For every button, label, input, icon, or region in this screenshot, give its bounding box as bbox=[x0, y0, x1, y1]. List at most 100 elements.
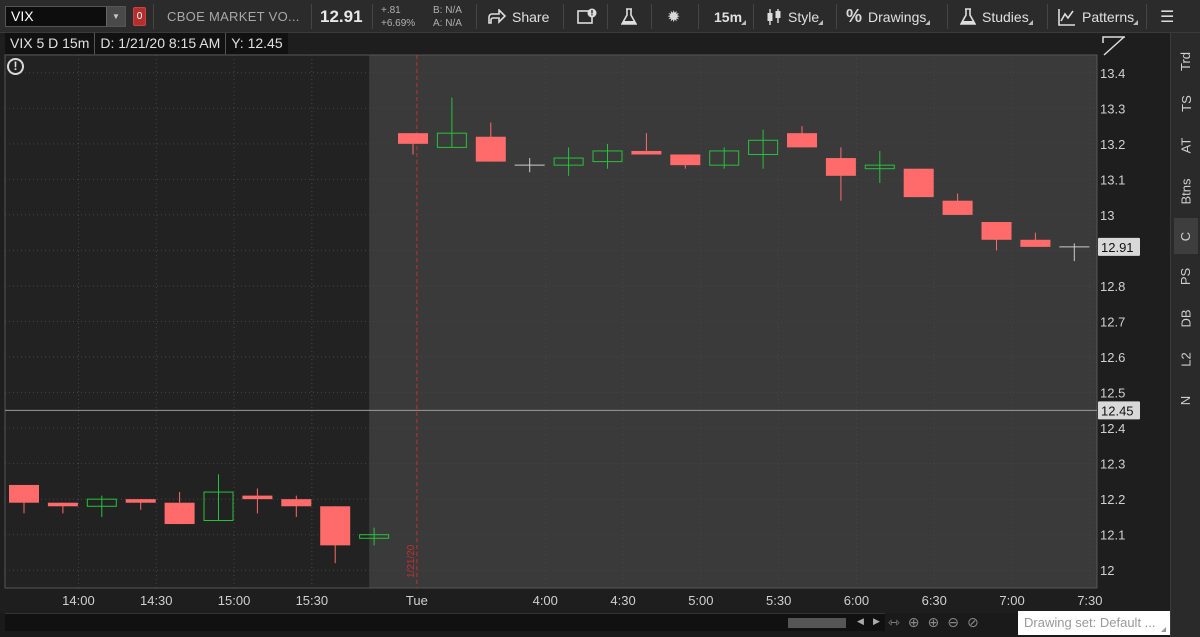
candle-body bbox=[1020, 239, 1051, 247]
share-label: Share bbox=[512, 8, 550, 25]
tab-label: L2 bbox=[1178, 351, 1194, 367]
candle-body bbox=[320, 506, 351, 546]
y-tick-label: 13.2 bbox=[1100, 137, 1125, 152]
drawing-set-selector[interactable]: Drawing set: Default ... bbox=[1018, 611, 1170, 635]
toolbar-divider bbox=[153, 4, 154, 29]
tab-ts[interactable]: TS bbox=[1174, 85, 1198, 121]
candle-body bbox=[903, 168, 934, 198]
candle-body bbox=[670, 154, 701, 166]
flask-icon bbox=[621, 7, 637, 25]
x-tick-label: 6:00 bbox=[844, 593, 869, 608]
tab-label: Trd bbox=[1178, 51, 1194, 71]
more-menu-button[interactable]: ☰ bbox=[1160, 5, 1174, 28]
dropdown-corner-icon bbox=[818, 20, 824, 25]
tab-db[interactable]: DB bbox=[1174, 300, 1198, 336]
toolbar-divider bbox=[563, 4, 564, 29]
drawing-set-label: Drawing set: Default ... bbox=[1024, 615, 1156, 630]
gear-icon: ✹ bbox=[667, 8, 681, 26]
candle-body bbox=[981, 222, 1012, 240]
x-tick-label: Tue bbox=[406, 593, 428, 608]
drawings-button[interactable]: % Drawings bbox=[846, 5, 931, 28]
cursor-price-label: 12.45 bbox=[1101, 403, 1134, 418]
toolbar-divider bbox=[753, 4, 754, 29]
share-button[interactable]: Share bbox=[488, 5, 549, 28]
chart-y-readout: Y: 12.45 bbox=[226, 33, 288, 54]
drawings-label: Drawings bbox=[868, 8, 927, 25]
tab-ps[interactable]: PS bbox=[1174, 258, 1198, 294]
tab-label: TS bbox=[1178, 94, 1194, 112]
toolbar-divider bbox=[607, 4, 608, 29]
toolbar-divider bbox=[476, 4, 477, 29]
y-tick-label: 12.3 bbox=[1100, 457, 1125, 472]
candle-body bbox=[125, 499, 156, 503]
chevron-down-icon[interactable]: ▼ bbox=[106, 7, 125, 26]
tab-label: AT bbox=[1178, 137, 1194, 153]
flask-button[interactable] bbox=[621, 5, 637, 28]
symbol-link-badge[interactable]: 0 bbox=[133, 7, 146, 26]
tab-label: N bbox=[1178, 395, 1194, 405]
x-tick-label: 7:00 bbox=[999, 593, 1024, 608]
candle-body bbox=[281, 499, 312, 507]
symbol-selector[interactable]: VIX ▼ bbox=[5, 6, 126, 27]
y-tick-label: 13.4 bbox=[1100, 66, 1125, 81]
patterns-button[interactable]: Patterns bbox=[1058, 5, 1139, 28]
toolbar-divider bbox=[1047, 4, 1048, 29]
exclamation-icon[interactable]: ! bbox=[7, 58, 24, 75]
ask-price: A: N/A bbox=[433, 18, 462, 29]
crosshair-icon[interactable]: ⊕ bbox=[908, 614, 920, 631]
net-change: +.81 bbox=[381, 5, 401, 16]
studies-button[interactable]: Studies bbox=[960, 5, 1033, 28]
tab-label: DB bbox=[1178, 308, 1194, 328]
y-tick-label: 12.8 bbox=[1100, 279, 1125, 294]
x-tick-label: 15:30 bbox=[296, 593, 329, 608]
style-button[interactable]: Style bbox=[766, 5, 824, 28]
interval-button[interactable]: 15m bbox=[714, 5, 747, 28]
toolbar-divider bbox=[311, 4, 312, 29]
candle-body bbox=[825, 158, 856, 176]
candle-body bbox=[164, 502, 195, 525]
tab-c[interactable]: C bbox=[1174, 218, 1198, 254]
dropdown-corner-icon bbox=[925, 20, 931, 25]
x-tick-label: 7:30 bbox=[1077, 593, 1102, 608]
candle-body bbox=[475, 136, 506, 162]
y-tick-label: 13.3 bbox=[1100, 101, 1125, 116]
tab-at[interactable]: AT bbox=[1174, 127, 1198, 163]
y-tick-label: 13 bbox=[1100, 208, 1114, 223]
candle-body bbox=[398, 133, 428, 144]
zoom-fit-icon[interactable]: ⊘ bbox=[967, 614, 979, 631]
studies-label: Studies bbox=[982, 8, 1029, 25]
scrollbar-thumb[interactable] bbox=[788, 618, 846, 628]
price-chart[interactable]: 13.413.313.213.11312.912.812.712.612.512… bbox=[0, 33, 1170, 613]
zoom-out-icon[interactable]: ⊖ bbox=[947, 614, 959, 631]
alert-button[interactable] bbox=[577, 5, 597, 28]
x-tick-label: 14:00 bbox=[62, 593, 95, 608]
dropdown-corner-icon bbox=[1027, 20, 1033, 25]
x-tick-label: 5:00 bbox=[688, 593, 713, 608]
dropdown-corner-icon bbox=[741, 20, 747, 25]
scroll-left-icon[interactable]: ◀ bbox=[857, 616, 864, 627]
dropdown-corner-icon bbox=[1161, 627, 1166, 632]
toolbar-divider bbox=[1146, 4, 1147, 29]
last-price-label: 12.91 bbox=[1101, 240, 1134, 255]
zoom-in-icon[interactable]: ⊕ bbox=[927, 614, 939, 631]
tab-trd[interactable]: Trd bbox=[1174, 43, 1198, 79]
chart-info-bar: VIX 5 D 15m D: 1/21/20 8:15 AM Y: 12.45 bbox=[5, 33, 288, 54]
scroll-right-icon[interactable]: ▶ bbox=[873, 616, 880, 627]
toolbar-divider bbox=[372, 4, 373, 29]
settings-button[interactable]: ✹ bbox=[667, 5, 680, 28]
tab-btns[interactable]: Btns bbox=[1174, 173, 1198, 209]
percent-change: +6.69% bbox=[381, 18, 416, 29]
candle-body bbox=[9, 484, 39, 503]
horizontal-scrollbar[interactable]: ◀ ▶ bbox=[5, 613, 885, 631]
day-divider-label: 1/21/20 bbox=[406, 544, 417, 578]
right-sidebar: Trd TS AT Btns C PS DB L2 N bbox=[1170, 33, 1200, 637]
tab-l2[interactable]: L2 bbox=[1174, 341, 1198, 377]
pan-icon[interactable]: ⇿ bbox=[888, 614, 900, 631]
candle-body bbox=[47, 502, 78, 507]
toolbar-divider bbox=[836, 4, 837, 29]
flask-icon bbox=[960, 7, 976, 25]
tab-n[interactable]: N bbox=[1174, 382, 1198, 418]
y-tick-label: 12.6 bbox=[1100, 350, 1125, 365]
dropdown-corner-icon bbox=[1133, 20, 1139, 25]
y-tick-label: 12.1 bbox=[1100, 528, 1125, 543]
